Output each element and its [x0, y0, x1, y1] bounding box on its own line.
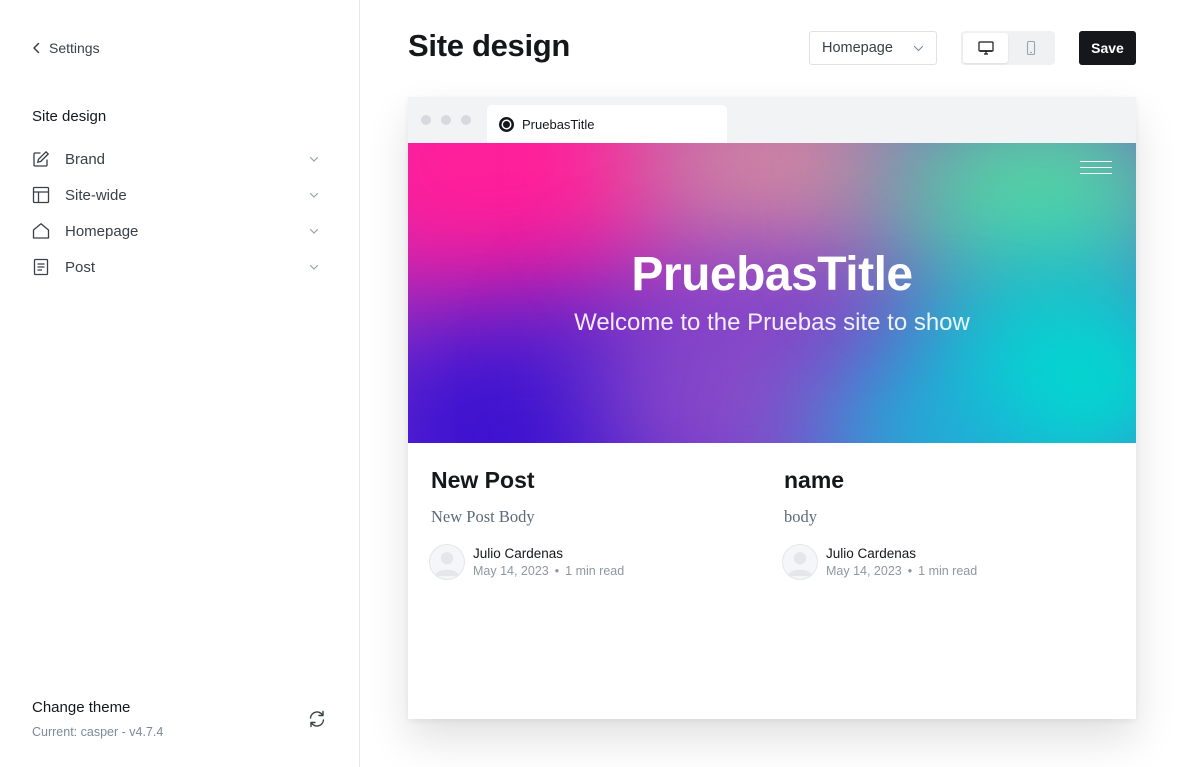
- post-excerpt: New Post Body: [431, 507, 535, 526]
- nav-item-label: Brand: [65, 150, 106, 168]
- change-theme-section[interactable]: Change theme Current: casper - v4.7.4: [32, 699, 327, 739]
- window-dot: [441, 115, 451, 125]
- nav-item-label: Post: [65, 258, 96, 276]
- browser-chrome: PruebasTitle: [408, 97, 1136, 143]
- browser-tab: PruebasTitle: [487, 105, 727, 143]
- desktop-preview-button[interactable]: [963, 33, 1008, 63]
- nav-item-site-wide[interactable]: Site-wide: [32, 177, 322, 213]
- user-avatar-icon: [787, 552, 813, 577]
- change-theme-title: Change theme: [32, 699, 131, 716]
- settings-sidebar: Settings Site design Brand Site-wide Hom…: [0, 0, 360, 767]
- user-avatar-icon: [434, 552, 460, 577]
- chevron-left-icon: [33, 42, 40, 54]
- sidebar-section-title: Site design: [32, 108, 107, 125]
- refresh-icon[interactable]: [307, 709, 327, 729]
- page-title: Site design: [408, 28, 571, 63]
- site-preview: PruebasTitle PruebasTitle Welcome to the…: [408, 97, 1136, 719]
- post-meta: Julio Cardenas May 14, 2023 • 1 min read: [782, 544, 977, 580]
- home-icon: [32, 222, 50, 240]
- design-nav: Brand Site-wide Homepage Post: [32, 141, 322, 285]
- post-read-time: 1 min read: [565, 564, 625, 578]
- nav-item-label: Homepage: [65, 222, 139, 240]
- preview-page-select[interactable]: Homepage: [809, 31, 937, 65]
- meta-separator: •: [907, 564, 913, 578]
- post-meta: Julio Cardenas May 14, 2023 • 1 min read: [429, 544, 624, 580]
- window-dots: [421, 115, 471, 125]
- document-icon: [32, 258, 50, 276]
- nav-item-label: Site-wide: [65, 186, 127, 204]
- back-to-settings-link[interactable]: Settings: [32, 40, 100, 56]
- chevron-down-icon: [913, 45, 924, 51]
- chevron-down-icon: [309, 156, 319, 162]
- post-title: name: [784, 467, 845, 493]
- meta-separator: •: [554, 564, 560, 578]
- window-dot: [461, 115, 471, 125]
- chevron-down-icon: [309, 264, 319, 270]
- hero-site-description: Welcome to the Pruebas site to show: [574, 309, 970, 336]
- chevron-down-icon: [309, 228, 319, 234]
- back-link-label: Settings: [49, 40, 100, 56]
- chevron-down-icon: [309, 192, 319, 198]
- desktop-icon: [977, 41, 994, 55]
- preview-page-select-value: Homepage: [822, 40, 893, 56]
- nav-item-homepage[interactable]: Homepage: [32, 213, 322, 249]
- nav-item-post[interactable]: Post: [32, 249, 322, 285]
- hero-site-title: PruebasTitle: [631, 248, 913, 301]
- site-favicon-icon: [499, 116, 514, 132]
- menu-burger-icon[interactable]: [1080, 161, 1112, 175]
- post-excerpt: body: [784, 507, 817, 526]
- pencil-square-icon: [32, 150, 50, 168]
- author-avatar: [782, 544, 818, 580]
- current-theme-label: Current: casper - v4.7.4: [32, 725, 164, 739]
- post-date: May 14, 2023: [473, 564, 549, 578]
- post-author: Julio Cardenas: [826, 546, 917, 561]
- browser-tab-title: PruebasTitle: [522, 116, 595, 132]
- layout-icon: [32, 186, 50, 204]
- author-avatar: [429, 544, 465, 580]
- post-title: New Post: [431, 467, 535, 493]
- mobile-icon: [1026, 40, 1035, 56]
- mobile-preview-button[interactable]: [1008, 33, 1053, 63]
- device-toggle: [961, 31, 1055, 65]
- post-date: May 14, 2023: [826, 564, 902, 578]
- hero-banner: PruebasTitle Welcome to the Pruebas site…: [408, 143, 1136, 443]
- post-read-time: 1 min read: [918, 564, 978, 578]
- nav-item-brand[interactable]: Brand: [32, 141, 322, 177]
- post-author: Julio Cardenas: [473, 546, 564, 561]
- window-dot: [421, 115, 431, 125]
- save-button[interactable]: Save: [1079, 31, 1136, 65]
